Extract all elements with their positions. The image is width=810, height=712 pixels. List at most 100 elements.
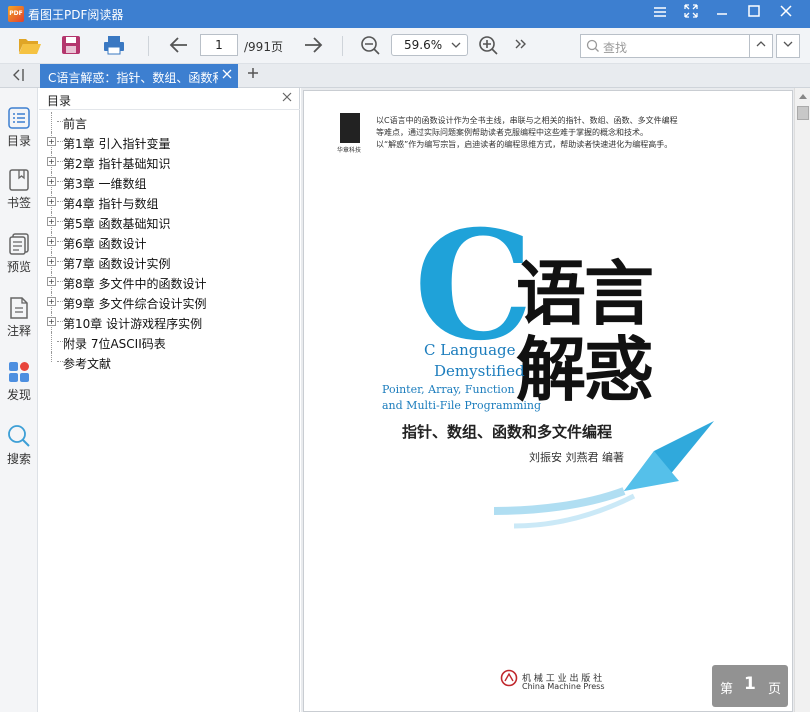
note-icon: [10, 297, 28, 319]
title-bar: PDF 看图王PDF阅读器: [0, 0, 810, 28]
open-folder-icon[interactable]: [18, 34, 42, 58]
more-tools-icon[interactable]: [514, 37, 528, 61]
publisher-logo-text: 华章科技: [337, 147, 362, 154]
search-icon: [586, 39, 600, 56]
tree-guide-line: [51, 112, 52, 132]
tab-bar: C语言解惑：指针、数组、函数和: [0, 64, 810, 88]
outline-item[interactable]: 附录 7位ASCII码表: [39, 332, 300, 352]
close-icon[interactable]: [776, 4, 796, 24]
search-next-button[interactable]: [776, 34, 800, 58]
print-icon[interactable]: [102, 34, 126, 58]
toolbar-divider: [342, 36, 343, 56]
rail-item-notes[interactable]: 注释: [0, 296, 38, 339]
outline-item[interactable]: + 第3章 一维数组: [39, 172, 300, 192]
fullscreen-icon[interactable]: [681, 4, 701, 24]
toolbar: 1 /991页 59.6% 查找: [0, 28, 810, 64]
outline-item-label: 附录 7位ASCII码表: [63, 337, 166, 351]
expand-icon[interactable]: +: [47, 217, 56, 226]
rail-label: 预览: [6, 260, 31, 274]
cover-english-title: C Language: [424, 341, 516, 359]
chevron-up-icon: [756, 41, 766, 47]
tree-guide-line: [51, 352, 52, 362]
outline-close-icon[interactable]: [282, 91, 292, 105]
cover-subtitle: 指针、数组、函数和多文件编程: [402, 423, 613, 441]
cover-intro-line: 以C语言中的函数设计作为全书主线，串联与之相关的指针、数组、函数、多文件编程: [376, 116, 678, 125]
window-title: 看图王PDF阅读器: [28, 8, 124, 22]
expand-icon[interactable]: +: [47, 297, 56, 306]
rail-item-bookmarks[interactable]: 书签: [0, 168, 38, 211]
page-indicator-number: 1: [744, 674, 756, 694]
rail-item-discover[interactable]: 发现: [0, 360, 38, 403]
search-icon: [8, 425, 30, 447]
expand-icon[interactable]: +: [47, 177, 56, 186]
outline-item-label: 第4章 指针与数组: [63, 197, 159, 211]
document-area[interactable]: 华章科技 以C语言中的函数设计作为全书主线，串联与之相关的指针、数组、函数、多文…: [301, 88, 794, 712]
next-page-icon[interactable]: [302, 34, 324, 58]
outline-item[interactable]: + 第10章 设计游戏程序实例: [39, 312, 300, 332]
page-number-input[interactable]: 1: [200, 34, 238, 56]
expand-icon[interactable]: +: [47, 197, 56, 206]
zoom-out-icon[interactable]: [360, 34, 382, 58]
discover-icon: [9, 362, 29, 382]
search-prev-button[interactable]: [749, 34, 773, 58]
outline-item-label: 第5章 函数基础知识: [63, 217, 171, 231]
rail-item-preview[interactable]: 预览: [0, 232, 38, 275]
expand-icon[interactable]: +: [47, 257, 56, 266]
page-indicator-suffix: 页: [768, 682, 782, 697]
scroll-up-icon[interactable]: [799, 92, 807, 101]
zoom-value: 59.6%: [404, 38, 443, 52]
outline-item-label: 参考文献: [63, 357, 112, 371]
expand-icon[interactable]: +: [47, 317, 56, 326]
outline-item[interactable]: + 第7章 函数设计实例: [39, 252, 300, 272]
chevron-down-icon: [783, 41, 793, 47]
zoom-select[interactable]: 59.6%: [391, 34, 468, 56]
page-indicator: 第 1 页: [712, 665, 788, 707]
minimize-icon[interactable]: [712, 4, 732, 24]
page-total-label: /991页: [244, 40, 283, 54]
scrollbar-thumb[interactable]: [797, 106, 809, 120]
app-logo: PDF: [8, 6, 24, 22]
tab-label: C语言解惑：指针、数组、函数和: [48, 71, 218, 85]
zoom-in-icon[interactable]: [478, 34, 500, 58]
cover-authors: 刘振安 刘燕君 编著: [529, 451, 624, 464]
menu-icon[interactable]: [650, 4, 670, 24]
rail-label: 书签: [6, 196, 31, 210]
outline-item[interactable]: + 第8章 多文件中的函数设计: [39, 272, 300, 292]
outline-item[interactable]: + 第9章 多文件综合设计实例: [39, 292, 300, 312]
outline-item[interactable]: 前言: [39, 112, 300, 132]
rail-item-toc[interactable]: 目录: [0, 106, 38, 149]
prev-page-icon[interactable]: [168, 34, 190, 58]
outline-item[interactable]: + 第2章 指针基础知识: [39, 152, 300, 172]
add-tab-icon[interactable]: [246, 65, 260, 84]
outline-item-label: 第3章 一维数组: [63, 177, 147, 191]
expand-icon[interactable]: +: [47, 237, 56, 246]
search-placeholder: 查找: [603, 41, 628, 55]
expand-icon[interactable]: +: [47, 137, 56, 146]
outline-item[interactable]: + 第6章 函数设计: [39, 232, 300, 252]
outline-item[interactable]: + 第4章 指针与数组: [39, 192, 300, 212]
outline-item-label: 前言: [63, 117, 88, 131]
outline-item[interactable]: 参考文献: [39, 352, 300, 372]
tab-close-icon[interactable]: [222, 68, 232, 82]
rail-item-search[interactable]: 搜索: [0, 424, 38, 467]
tab-document[interactable]: C语言解惑：指针、数组、函数和: [40, 64, 238, 88]
chevron-down-icon: [451, 38, 461, 55]
tree-guide-line: [51, 332, 52, 352]
save-icon[interactable]: [60, 34, 82, 58]
toolbar-divider: [148, 36, 149, 56]
outline-item[interactable]: + 第1章 引入指针变量: [39, 132, 300, 152]
search-input[interactable]: 查找: [580, 34, 750, 58]
pdf-page: 华章科技 以C语言中的函数设计作为全书主线，串联与之相关的指针、数组、函数、多文…: [303, 90, 793, 712]
outline-item[interactable]: + 第5章 函数基础知识: [39, 212, 300, 232]
vertical-scrollbar[interactable]: [794, 88, 810, 712]
outline-item-label: 第6章 函数设计: [63, 237, 147, 251]
rail-label: 目录: [6, 134, 31, 148]
expand-icon[interactable]: +: [47, 277, 56, 286]
cover-english-title: Demystified: [434, 362, 525, 380]
maximize-icon[interactable]: [744, 4, 764, 24]
list-icon: [8, 107, 30, 129]
collapse-sidebar-icon[interactable]: [10, 67, 26, 87]
expand-icon[interactable]: +: [47, 157, 56, 166]
outline-item-label: 第2章 指针基础知识: [63, 157, 171, 171]
cover-intro-line: 以“解惑”作为编写宗旨，启迪读者的编程思维方式，帮助读者快速进化为编程高手。: [376, 140, 673, 149]
